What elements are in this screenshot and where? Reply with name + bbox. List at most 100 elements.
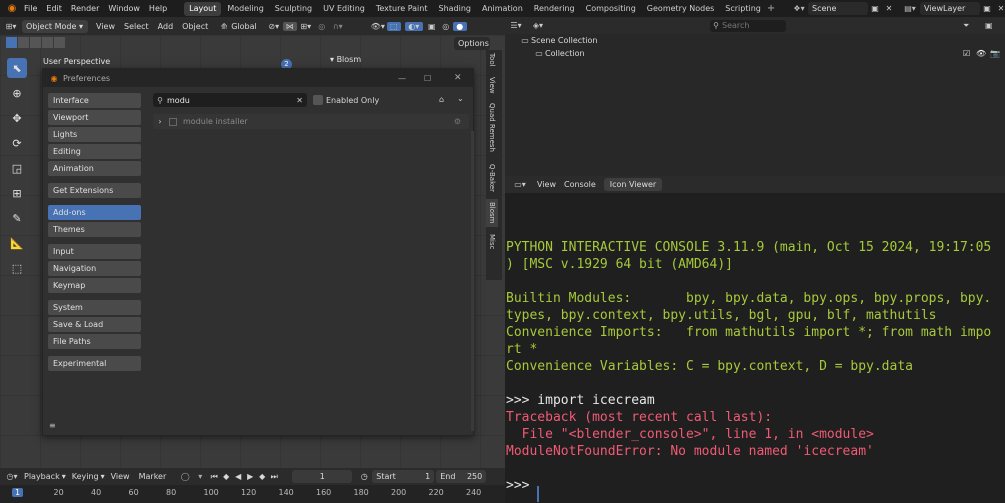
outliner-editor-icon[interactable]: ☰▾ xyxy=(505,21,527,30)
menu-render[interactable]: Render xyxy=(71,4,99,13)
select-invert-icon[interactable] xyxy=(42,37,53,48)
keying-menu[interactable]: Keying xyxy=(72,472,99,481)
delete-scene-icon[interactable]: ✕ xyxy=(882,4,896,13)
blender-logo-icon[interactable]: ◉ xyxy=(4,3,20,14)
timeline-editor-icon[interactable]: ◷▾ xyxy=(0,472,24,481)
add-cube-tool-icon[interactable]: ⬚ xyxy=(7,258,27,278)
hamburger-menu-icon[interactable]: ≡ xyxy=(49,421,56,430)
play-icon[interactable]: ▶ xyxy=(244,472,256,481)
sidebar-item-viewport[interactable]: Viewport xyxy=(48,110,141,125)
transform-tool-icon[interactable]: ⊞ xyxy=(7,183,27,203)
eye-icon[interactable]: 👁 xyxy=(976,49,986,58)
keying-set-icon[interactable]: ▾ xyxy=(192,472,208,481)
gizmo-icon[interactable]: ⬚ xyxy=(386,21,401,31)
console-console-menu[interactable]: Console xyxy=(564,180,596,189)
sidebar-item-interface[interactable]: Interface xyxy=(48,93,141,108)
scene-icon[interactable]: ❖▾ xyxy=(790,4,808,13)
sidebar-item-themes[interactable]: Themes xyxy=(48,222,141,237)
add-workspace-icon[interactable]: + xyxy=(767,3,775,14)
select-extend-icon[interactable] xyxy=(18,37,29,48)
sidebar-item-lights[interactable]: Lights xyxy=(48,127,141,142)
xray-icon[interactable]: ▣ xyxy=(425,22,439,31)
sidebar-item-get-extensions[interactable]: Get Extensions xyxy=(48,183,141,198)
tab-rendering[interactable]: Rendering xyxy=(529,2,580,16)
jump-end-icon[interactable]: ⏭ xyxy=(268,472,280,482)
camera-icon[interactable]: 📷 xyxy=(990,49,1000,58)
addon-row[interactable]: › module installer ⚙ xyxy=(153,114,469,129)
viewlayer-icon[interactable]: ▤▾ xyxy=(900,4,920,13)
tab-compositing[interactable]: Compositing xyxy=(581,2,641,16)
mode-select[interactable]: Object Mode ▾ xyxy=(22,19,88,33)
viewlayer-field[interactable]: ViewLayer xyxy=(920,2,980,15)
scene-collection-row[interactable]: ▭ Scene Collection xyxy=(505,34,1005,47)
chevron-down-icon[interactable]: ⌄ xyxy=(457,94,464,103)
scene-field[interactable]: Scene xyxy=(808,2,868,15)
current-frame-field[interactable]: 1 xyxy=(292,470,353,483)
sidebar-tab-tool[interactable]: Tool xyxy=(486,50,498,70)
copy-viewlayer-icon[interactable]: ▣ xyxy=(980,4,994,13)
sidebar-tab-misc[interactable]: Misc xyxy=(486,231,498,252)
cursor-tool-icon[interactable]: ⊕ xyxy=(7,83,27,103)
wireframe-shading-icon[interactable]: ◎ xyxy=(439,22,453,31)
overlay-icon[interactable]: ◐▾ xyxy=(404,21,423,31)
sidebar-item-navigation[interactable]: Navigation xyxy=(48,261,141,276)
icon-viewer-tab[interactable]: Icon Viewer xyxy=(603,178,663,191)
timeline-view-menu[interactable]: View xyxy=(111,472,130,481)
minimize-icon[interactable]: — xyxy=(398,74,406,83)
menu-file[interactable]: File xyxy=(24,4,37,13)
menu-edit[interactable]: Edit xyxy=(46,4,62,13)
visibility-icon[interactable]: 👁▾ xyxy=(369,22,387,31)
tab-scripting[interactable]: Scripting xyxy=(720,2,766,16)
tab-geometry-nodes[interactable]: Geometry Nodes xyxy=(642,2,719,16)
collection-row[interactable]: ▭ Collection ☑ 👁 📷 xyxy=(505,47,1005,60)
next-key-icon[interactable]: ◆ xyxy=(256,472,268,481)
prev-key-icon[interactable]: ◆ xyxy=(220,472,232,481)
outliner-search[interactable]: ⚲ Search xyxy=(710,19,786,32)
addon-enable-checkbox[interactable] xyxy=(169,117,177,126)
enabled-only-checkbox[interactable] xyxy=(313,95,323,105)
annotate-tool-icon[interactable]: ✎ xyxy=(7,208,27,228)
falloff-icon[interactable]: ∩▾ xyxy=(329,22,347,31)
sidebar-item-experimental[interactable]: Experimental xyxy=(48,356,141,371)
close-icon[interactable]: ✕ xyxy=(454,73,462,83)
end-frame-field[interactable]: End 250 xyxy=(436,470,487,483)
sidebar-tab-blosm[interactable]: Blosm xyxy=(486,199,498,227)
scrollbar[interactable] xyxy=(471,131,474,431)
tab-texture-paint[interactable]: Texture Paint xyxy=(371,2,433,16)
sidebar-item-save-load[interactable]: Save & Load xyxy=(48,317,141,332)
rotate-tool-icon[interactable]: ⟳ xyxy=(7,133,27,153)
select-subtract-icon[interactable] xyxy=(30,37,41,48)
sidebar-item-keymap[interactable]: Keymap xyxy=(48,278,141,293)
new-collection-icon[interactable]: ▣ xyxy=(985,21,993,30)
select-tool-icon[interactable]: ⬉ xyxy=(7,58,27,78)
viewport-menu-view[interactable]: View xyxy=(96,22,115,31)
console-view-menu[interactable]: View xyxy=(537,180,556,189)
frame-ruler[interactable]: 1 20 40 60 80 100 120 140 160 180 200 220 240 xyxy=(0,485,505,503)
sidebar-item-animation[interactable]: Animation xyxy=(48,161,141,176)
expand-chevron-icon[interactable]: › xyxy=(153,117,167,126)
editor-type-icon[interactable]: ⊞▾ xyxy=(0,22,22,31)
search-input[interactable]: modu xyxy=(167,96,190,105)
marker-menu[interactable]: Marker xyxy=(139,472,167,481)
move-tool-icon[interactable]: ✥ xyxy=(7,108,27,128)
auto-key-icon[interactable]: ◯ xyxy=(178,472,192,481)
sidebar-tab-q-baker[interactable]: Q-Baker xyxy=(486,161,498,195)
orientation-icon[interactable]: ⟰ xyxy=(217,22,231,31)
snap-icon[interactable]: ⋈ xyxy=(282,21,297,31)
orientation-select[interactable]: Global xyxy=(231,22,257,31)
addon-search-box[interactable]: ⚲ modu ✕ xyxy=(153,93,307,107)
tab-modeling[interactable]: Modeling xyxy=(222,2,268,16)
tab-sculpting[interactable]: Sculpting xyxy=(270,2,317,16)
start-frame-field[interactable]: Start 1 xyxy=(372,470,435,483)
sidebar-item-add-ons[interactable]: Add-ons xyxy=(48,205,141,220)
tag-icon[interactable]: ⌂ xyxy=(439,95,444,104)
sidebar-tab-quad-remesh[interactable]: Quad Remesh xyxy=(486,100,498,155)
sidebar-item-system[interactable]: System xyxy=(48,300,141,315)
pivot-icon[interactable]: ⊘▾ xyxy=(265,22,283,31)
sidebar-item-file-paths[interactable]: File Paths xyxy=(48,334,141,349)
tab-layout[interactable]: Layout xyxy=(184,1,222,16)
sidebar-tab-view[interactable]: View xyxy=(486,74,498,97)
jump-start-icon[interactable]: ⏮ xyxy=(208,472,220,482)
delete-viewlayer-icon[interactable]: ✕ xyxy=(994,4,1005,13)
select-box-icon[interactable] xyxy=(6,37,17,48)
